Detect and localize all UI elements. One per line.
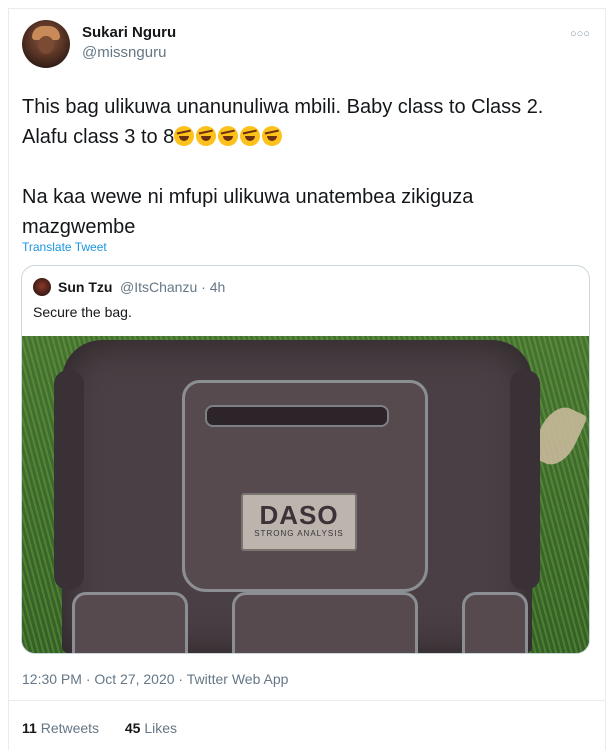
quoted-author-meta: @ItsChanzu · 4h: [120, 279, 226, 295]
author-name[interactable]: Sukari Nguru: [82, 24, 176, 41]
quoted-photo[interactable]: DASO STRONG ANALYSIS: [22, 336, 589, 653]
front-pocket: DASO STRONG ANALYSIS: [182, 380, 428, 592]
quoted-tweet[interactable]: Sun Tzu @ItsChanzu · 4h Secure the bag. …: [21, 265, 590, 654]
right-strap: [510, 370, 540, 590]
tweet-line-2: Na kaa wewe ni mfupi ulikuwa unatembea z…: [22, 186, 474, 238]
left-strap: [54, 370, 84, 590]
rolling-on-floor-laughing-icon: [262, 126, 283, 146]
rolling-on-floor-laughing-icon: [174, 126, 195, 146]
tweet-text: This bag ulikuwa unanunuliwa mbili. Baby…: [22, 92, 582, 242]
quoted-text: Secure the bag.: [33, 304, 132, 320]
quoted-author-avatar: [33, 278, 51, 296]
lower-middle-pocket: [232, 592, 418, 653]
emoji-group: [174, 126, 284, 148]
retweets-label[interactable]: Retweets: [41, 720, 99, 736]
brand-sub-text: STRONG ANALYSIS: [254, 529, 344, 538]
lower-left-pocket: [72, 592, 188, 653]
lower-right-pocket: [462, 592, 528, 653]
divider: [8, 700, 605, 701]
brand-main-text: DASO: [259, 500, 339, 530]
quoted-author-name: Sun Tzu: [58, 279, 113, 295]
author-handle[interactable]: @missnguru: [82, 44, 166, 61]
translate-tweet-link[interactable]: Translate Tweet: [22, 240, 107, 254]
rolling-on-floor-laughing-icon: [196, 126, 217, 146]
likes-count[interactable]: 45: [125, 720, 141, 736]
zipper: [205, 405, 389, 427]
more-dots-icon[interactable]: ○○○: [570, 28, 590, 40]
likes-label[interactable]: Likes: [144, 720, 177, 736]
rolling-on-floor-laughing-icon: [218, 126, 239, 146]
brand-label: DASO STRONG ANALYSIS: [241, 493, 357, 551]
tweet-timestamp[interactable]: 12:30 PM · Oct 27, 2020 · Twitter Web Ap…: [22, 671, 288, 687]
rolling-on-floor-laughing-icon: [240, 126, 261, 146]
tweet-stats: 11 Retweets 45 Likes: [22, 720, 177, 736]
retweets-count[interactable]: 11: [22, 720, 37, 736]
author-avatar[interactable]: [22, 20, 70, 68]
backpack: DASO STRONG ANALYSIS: [54, 340, 540, 653]
avatar-face-shape: [38, 36, 54, 54]
